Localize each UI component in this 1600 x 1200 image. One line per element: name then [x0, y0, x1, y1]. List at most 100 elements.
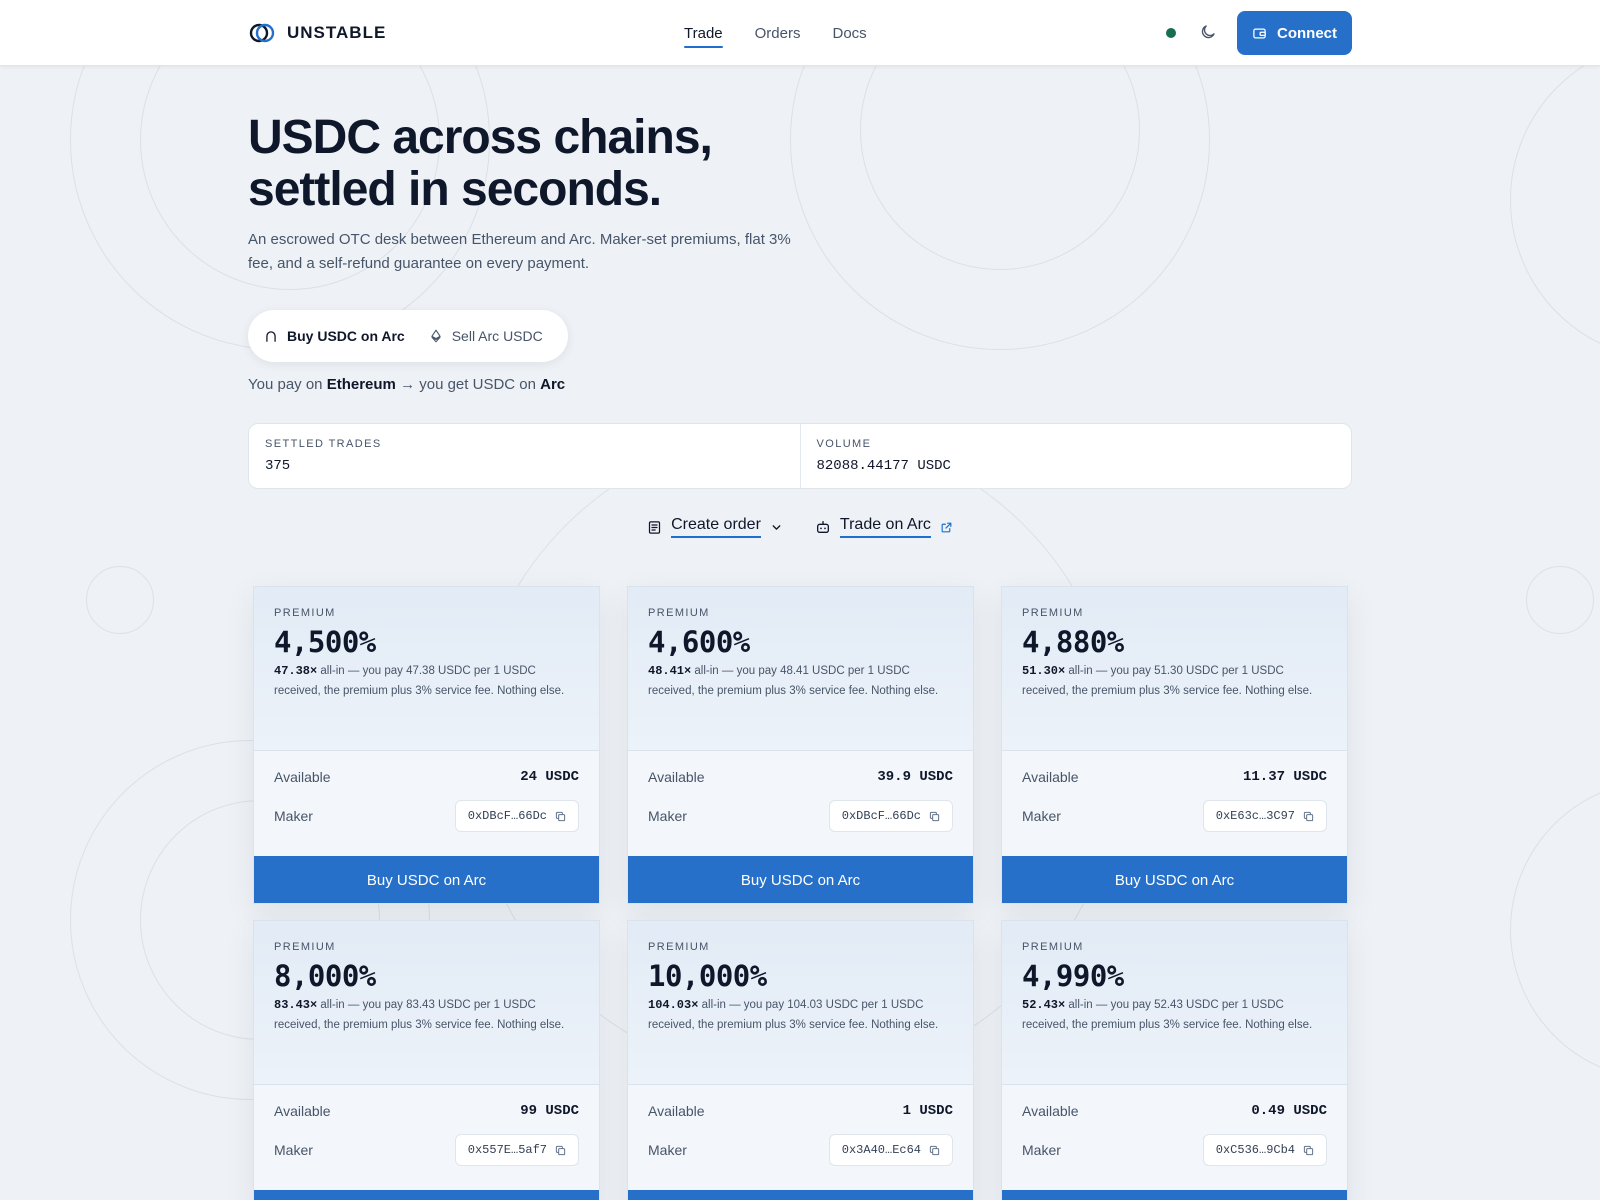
maker-row: Maker 0xE63c…3C97: [1022, 798, 1327, 834]
flow-source-chain: Ethereum: [326, 376, 396, 393]
premium-value: 10,000%: [648, 959, 767, 993]
stat-settled-trades: SETTLED TRADES 375: [249, 424, 800, 488]
copy-icon: [555, 811, 566, 821]
maker-address-chip[interactable]: 0x557E…5af7: [454, 1134, 579, 1166]
available-row: Available 24 USDC: [274, 763, 579, 791]
stats-panel: SETTLED TRADES 375 VOLUME 82088.44177 US…: [248, 423, 1352, 489]
mode-sell-label: Sell Arc USDC: [451, 328, 543, 344]
buy-usdc-button[interactable]: Buy USDC on Arc: [254, 1190, 599, 1200]
maker-address: 0x557E…5af7: [467, 1143, 547, 1157]
card-header: PREMIUM 8,000% 83.43× all-in — you pay 8…: [254, 921, 599, 1085]
trade-mode-toggle: Buy USDC on Arc Sell Arc USDC: [248, 310, 568, 362]
available-row: Available 1 USDC: [648, 1097, 953, 1125]
maker-address: 0xDBcF…66Dc: [467, 809, 547, 823]
premium-label: PREMIUM: [1022, 941, 1084, 953]
nav-item-orders[interactable]: Orders: [755, 0, 801, 66]
maker-label: Maker: [648, 808, 687, 824]
premium-label: PREMIUM: [274, 941, 336, 953]
flow-prefix: You pay on: [248, 376, 323, 393]
available-label: Available: [1022, 769, 1079, 785]
buy-usdc-button[interactable]: Buy USDC on Arc: [1002, 1190, 1347, 1200]
maker-address: 0xC536…9Cb4: [1215, 1143, 1295, 1157]
flow-middle: you get USDC on: [419, 376, 536, 393]
maker-row: Maker 0xDBcF…66Dc: [274, 798, 579, 834]
maker-address-chip[interactable]: 0xE63c…3C97: [1202, 800, 1327, 832]
premium-description: 104.03× all-in — you pay 104.03 USDC per…: [648, 996, 953, 1035]
mode-buy-option[interactable]: Buy USDC on Arc: [264, 328, 405, 344]
premium-value: 4,880%: [1022, 625, 1124, 659]
multiplier: 48.41×: [648, 664, 692, 678]
description-text: all-in — you pay 47.38 USDC per 1 USDC r…: [274, 665, 565, 697]
description-text: all-in — you pay 51.30 USDC per 1 USDC r…: [1022, 665, 1313, 697]
payment-flow-text: You pay on Ethereum → you get USDC on Ar…: [248, 376, 565, 393]
premium-value: 4,500%: [274, 625, 376, 659]
chevron-down-icon: [772, 524, 781, 530]
nav-item-docs[interactable]: Docs: [832, 0, 866, 66]
available-label: Available: [274, 1103, 331, 1119]
mode-sell-option[interactable]: Sell Arc USDC: [429, 328, 543, 344]
connect-wallet-button[interactable]: Connect: [1237, 11, 1352, 55]
title-line-1: USDC across chains,: [248, 111, 713, 164]
brand-name: UNSTABLE: [287, 23, 387, 42]
maker-address-chip[interactable]: 0xC536…9Cb4: [1202, 1134, 1327, 1166]
page-subtitle: An escrowed OTC desk between Ethereum an…: [248, 231, 791, 272]
ethereum-icon: [431, 329, 441, 343]
card-header: PREMIUM 4,880% 51.30× all-in — you pay 5…: [1002, 587, 1347, 751]
available-label: Available: [648, 1103, 705, 1119]
buy-usdc-button[interactable]: Buy USDC on Arc: [254, 856, 599, 903]
multiplier: 51.30×: [1022, 664, 1066, 678]
brand[interactable]: UNSTABLE: [249, 20, 386, 46]
create-order-label: Create order: [671, 516, 761, 538]
available-value: 0.49 USDC: [1251, 1103, 1327, 1119]
card-header: PREMIUM 4,600% 48.41× all-in — you pay 4…: [628, 587, 973, 751]
trade-on-arc-link[interactable]: Trade on Arc: [815, 516, 953, 538]
available-value: 1 USDC: [902, 1103, 953, 1119]
top-navbar: UNSTABLE Trade Orders Docs Connect: [0, 0, 1600, 66]
external-link-icon: [941, 522, 952, 532]
maker-address: 0xE63c…3C97: [1215, 809, 1295, 823]
copy-icon: [1303, 1145, 1314, 1155]
multiplier: 47.38×: [274, 664, 318, 678]
description-text: all-in — you pay 48.41 USDC per 1 USDC r…: [648, 665, 939, 697]
maker-label: Maker: [1022, 808, 1061, 824]
buy-usdc-button[interactable]: Buy USDC on Arc: [628, 856, 973, 903]
multiplier: 83.43×: [274, 998, 318, 1012]
maker-address-chip[interactable]: 0xDBcF…66Dc: [828, 800, 953, 832]
premium-label: PREMIUM: [648, 607, 710, 619]
available-label: Available: [648, 769, 705, 785]
maker-address: 0x3A40…Ec64: [841, 1143, 921, 1157]
order-card: PREMIUM 4,880% 51.30× all-in — you pay 5…: [1001, 586, 1348, 904]
maker-label: Maker: [1022, 1142, 1061, 1158]
available-value: 11.37 USDC: [1242, 769, 1327, 785]
maker-address-chip[interactable]: 0xDBcF…66Dc: [454, 800, 579, 832]
available-value: 24 USDC: [520, 769, 579, 785]
card-details: Available 1 USDC Maker 0x3A40…Ec64: [628, 1097, 973, 1168]
copy-icon: [929, 1145, 940, 1155]
available-row: Available 11.37 USDC: [1022, 763, 1327, 791]
buy-usdc-button[interactable]: Buy USDC on Arc: [628, 1190, 973, 1200]
network-status-dot: [1166, 28, 1176, 38]
available-label: Available: [274, 769, 331, 785]
theme-toggle-button[interactable]: [1197, 21, 1219, 43]
buy-usdc-button[interactable]: Buy USDC on Arc: [1002, 856, 1347, 903]
stat-volume: VOLUME 82088.44177 USDC: [799, 424, 1352, 488]
wallet-icon: [1253, 28, 1266, 38]
copy-icon: [555, 1145, 566, 1155]
create-order-dropdown[interactable]: Create order: [647, 516, 783, 538]
premium-label: PREMIUM: [274, 607, 336, 619]
nav-item-trade[interactable]: Trade: [684, 0, 723, 66]
maker-row: Maker 0xDBcF…66Dc: [648, 798, 953, 834]
connect-label: Connect: [1277, 24, 1337, 42]
maker-address-chip[interactable]: 0x3A40…Ec64: [828, 1134, 953, 1166]
card-details: Available 24 USDC Maker 0xDBcF…66Dc: [254, 763, 599, 834]
order-card: PREMIUM 4,990% 52.43× all-in — you pay 5…: [1001, 920, 1348, 1200]
premium-description: 51.30× all-in — you pay 51.30 USDC per 1…: [1022, 662, 1327, 701]
maker-label: Maker: [274, 1142, 313, 1158]
mode-buy-label: Buy USDC on Arc: [287, 328, 405, 344]
maker-row: Maker 0xC536…9Cb4: [1022, 1132, 1327, 1168]
available-value: 39.9 USDC: [877, 769, 953, 785]
card-header: PREMIUM 4,500% 47.38× all-in — you pay 4…: [254, 587, 599, 751]
maker-address: 0xDBcF…66Dc: [841, 809, 921, 823]
card-details: Available 0.49 USDC Maker 0xC536…9Cb4: [1002, 1097, 1347, 1168]
maker-label: Maker: [648, 1142, 687, 1158]
